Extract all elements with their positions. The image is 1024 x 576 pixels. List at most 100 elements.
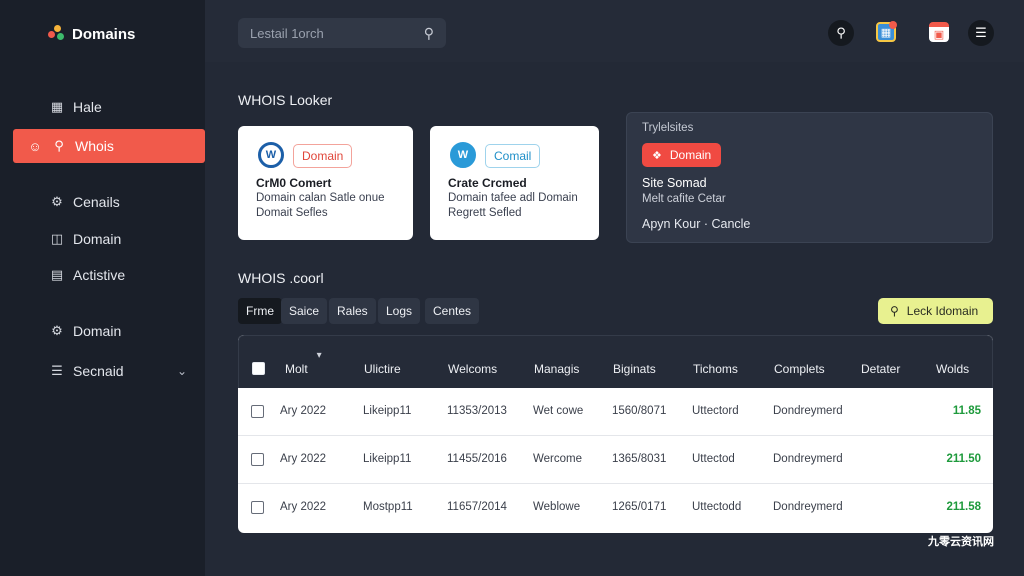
menu-button[interactable]: ☰: [968, 20, 994, 46]
tab-logs[interactable]: Logs: [378, 298, 421, 324]
notification-badge: [889, 21, 897, 29]
brand[interactable]: Domains: [48, 25, 135, 43]
comail-pill[interactable]: Comail: [485, 144, 541, 168]
lookup-domain-button[interactable]: ⚲ Leck Idomain: [878, 298, 993, 324]
list-icon: ☰: [51, 363, 63, 378]
table-cell: Likeipp11: [363, 405, 412, 417]
topbar: Lestail 1orch ⚲ ⚲ ▦ ▣ ☰: [205, 0, 1024, 62]
card-title: CrM0 Comert: [256, 176, 332, 190]
gear-icon: ⚙: [51, 323, 63, 338]
sidebar-item-label: Whois: [75, 138, 114, 154]
lookup-button-label: Leck Idomain: [906, 304, 979, 318]
calendar-button[interactable]: ▣: [929, 22, 949, 42]
sidebar-item-whois[interactable]: ☺ ⚲ Whois: [13, 129, 205, 163]
sidebar-item-hale[interactable]: ▦ Hale: [13, 90, 205, 124]
card-line: Regrett Sefled: [448, 207, 522, 219]
watermark: 九零云资讯网: [928, 536, 994, 548]
table-cell: Wet cowe: [533, 405, 584, 417]
whois-table: Molt Ulictire Welcoms Managis Biginats T…: [238, 335, 993, 533]
table-cell: Weblowe: [533, 501, 581, 513]
table-cell: 1265/0171: [612, 501, 667, 513]
table-cell: Mostpp11: [363, 501, 413, 513]
row-checkbox[interactable]: [251, 453, 264, 466]
table-title: WHOIS .coorl: [238, 270, 324, 286]
document-icon: ▤: [50, 267, 64, 282]
settings-icon: ⚙: [51, 194, 63, 209]
search-icon: ⚲: [890, 304, 899, 318]
table-row[interactable]: Ary 2022 Likeipp11 11353/2013 Wet cowe 1…: [238, 388, 993, 436]
chevron-down-icon: ⌄: [176, 364, 187, 378]
table-cell: 11657/2014: [447, 501, 507, 513]
table-cell: Ary 2022: [280, 501, 327, 513]
card-title: Crate Crcmed: [448, 176, 527, 190]
column-header[interactable]: Complets: [774, 362, 825, 376]
table-cell-value: 211.50: [946, 453, 981, 465]
notification-button[interactable]: ▦: [876, 21, 897, 42]
table-cell: 1365/8031: [612, 453, 667, 465]
column-header[interactable]: Detater: [861, 362, 900, 376]
search-icon[interactable]: ⚲: [424, 25, 434, 42]
search-input[interactable]: Lestail 1orch ⚲: [238, 18, 446, 48]
select-all-checkbox[interactable]: [252, 362, 265, 375]
domain-card[interactable]: W Domain CrM0 Comert Domain calan Satle …: [238, 126, 413, 240]
table-cell: Likeipp11: [363, 453, 412, 465]
row-checkbox[interactable]: [251, 501, 264, 514]
table-cell: Ary 2022: [280, 405, 327, 417]
column-header[interactable]: Biginats: [613, 362, 656, 376]
domain-button-label: Domain: [669, 148, 712, 162]
card-label: Trylelsites: [642, 122, 694, 134]
page-title: WHOIS Looker: [238, 92, 333, 108]
column-header[interactable]: Wolds: [936, 362, 969, 376]
building-icon: ◫: [50, 231, 64, 246]
table-cell: Wercome: [533, 453, 582, 465]
sidebar-item-actistive[interactable]: ▤ Actistive: [13, 258, 205, 292]
table-cell: Dondreymerd: [773, 453, 843, 465]
sidebar-item-domain[interactable]: ◫ Domain: [13, 222, 205, 256]
column-header[interactable]: Ulictire: [364, 362, 401, 376]
card-line: Domain tafee adl Domain: [448, 192, 578, 204]
wordpress-logo-icon: W: [450, 142, 476, 168]
sidebar-item-secnaid[interactable]: ☰ Secnaid ⌄: [13, 354, 205, 388]
menu-icon: ☰: [975, 25, 987, 40]
card-subtitle: Melt cafite Cetar: [642, 193, 726, 205]
column-header[interactable]: Molt: [285, 350, 321, 376]
search-button[interactable]: ⚲: [828, 20, 854, 46]
table-row[interactable]: Ary 2022 Mostpp11 11657/2014 Weblowe 126…: [238, 484, 993, 532]
domain-pill[interactable]: Domain: [293, 144, 353, 168]
table-cell: 11455/2016: [447, 453, 507, 465]
site-summary-card: Trylelsites ❖ Domain Site Somad Melt caf…: [626, 112, 993, 243]
card-line: Domain calan Satle onue: [256, 192, 385, 204]
search-placeholder: Lestail 1orch: [250, 25, 324, 41]
tab-centes[interactable]: Centes: [425, 298, 480, 324]
table-cell: Uttectod: [692, 453, 735, 465]
table-cell: 1560/8071: [612, 405, 667, 417]
sidebar-item-cenails[interactable]: ⚙ Cenails: [13, 185, 205, 219]
sidebar-item-label: Actistive: [73, 267, 126, 283]
row-checkbox[interactable]: [251, 405, 264, 418]
sidebar-item-label: Secnaid: [73, 363, 124, 379]
table-row[interactable]: Ary 2022 Likeipp11 11455/2016 Wercome 13…: [238, 436, 993, 484]
tab-rales[interactable]: Rales: [329, 298, 376, 324]
calendar-icon: ▣: [933, 29, 945, 41]
column-header[interactable]: Tichoms: [693, 362, 738, 376]
column-header[interactable]: Welcoms: [448, 362, 497, 376]
tab-frme[interactable]: Frme: [238, 298, 282, 324]
search-icon: ⚲: [54, 138, 64, 153]
sidebar-item-label: Domain: [73, 231, 122, 247]
table-cell: Dondreymerd: [773, 405, 843, 417]
card-link[interactable]: Apyn Kour · Cancle: [642, 217, 750, 231]
card-title: Site Somad: [642, 176, 707, 190]
table-cell: Uttectodd: [692, 501, 742, 513]
table-cell: Dondreymerd: [773, 501, 843, 513]
comail-card[interactable]: W Comail Crate Crcmed Domain tafee adl D…: [430, 126, 599, 240]
sidebar-item-label: Cenails: [73, 194, 120, 210]
sidebar-item-domain-2[interactable]: ⚙ Domain: [13, 314, 205, 348]
domain-button[interactable]: ❖ Domain: [642, 143, 722, 167]
sidebar-item-label: Domain: [73, 323, 122, 339]
tab-saice[interactable]: Saice: [281, 298, 328, 324]
wordpress-logo-icon: W: [258, 142, 284, 168]
brand-logo-icon: [48, 25, 66, 43]
search-icon: ⚲: [836, 25, 846, 40]
table-cell: Uttectord: [692, 405, 739, 417]
column-header[interactable]: Managis: [534, 362, 579, 376]
